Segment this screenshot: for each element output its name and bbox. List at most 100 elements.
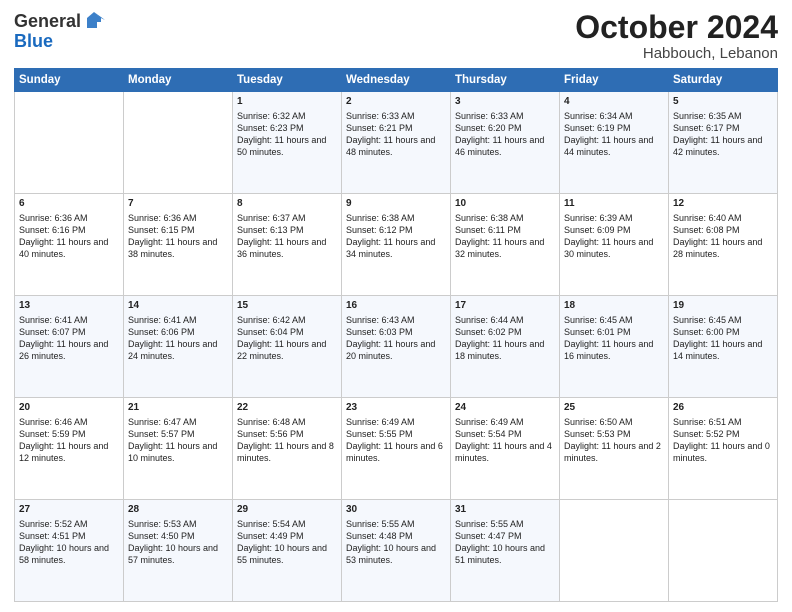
weekday-header-friday: Friday	[560, 69, 669, 92]
daylight-text: Daylight: 11 hours and 34 minutes.	[346, 236, 446, 260]
sunrise-text: Sunrise: 6:33 AM	[455, 110, 555, 122]
sunset-text: Sunset: 4:51 PM	[19, 530, 119, 542]
day-number: 15	[237, 299, 337, 313]
day-number: 28	[128, 503, 228, 517]
day-number: 30	[346, 503, 446, 517]
daylight-text: Daylight: 11 hours and 46 minutes.	[455, 134, 555, 158]
daylight-text: Daylight: 11 hours and 6 minutes.	[346, 440, 446, 464]
calendar-cell: 14Sunrise: 6:41 AMSunset: 6:06 PMDayligh…	[124, 296, 233, 398]
day-number: 17	[455, 299, 555, 313]
sunrise-text: Sunrise: 6:35 AM	[673, 110, 773, 122]
sunset-text: Sunset: 6:04 PM	[237, 326, 337, 338]
day-number: 12	[673, 197, 773, 211]
calendar-table: SundayMondayTuesdayWednesdayThursdayFrid…	[14, 68, 778, 602]
daylight-text: Daylight: 10 hours and 55 minutes.	[237, 542, 337, 566]
weekday-header-thursday: Thursday	[451, 69, 560, 92]
day-number: 3	[455, 95, 555, 109]
calendar-cell	[669, 500, 778, 602]
weekday-header-saturday: Saturday	[669, 69, 778, 92]
daylight-text: Daylight: 11 hours and 48 minutes.	[346, 134, 446, 158]
day-number: 1	[237, 95, 337, 109]
weekday-header-tuesday: Tuesday	[233, 69, 342, 92]
calendar-cell: 23Sunrise: 6:49 AMSunset: 5:55 PMDayligh…	[342, 398, 451, 500]
sunset-text: Sunset: 4:50 PM	[128, 530, 228, 542]
page: General Blue October 2024 Habbouch, Leba…	[0, 0, 792, 612]
weekday-header-wednesday: Wednesday	[342, 69, 451, 92]
sunset-text: Sunset: 5:53 PM	[564, 428, 664, 440]
day-number: 16	[346, 299, 446, 313]
calendar-cell	[15, 92, 124, 194]
day-number: 2	[346, 95, 446, 109]
daylight-text: Daylight: 11 hours and 32 minutes.	[455, 236, 555, 260]
calendar-cell: 19Sunrise: 6:45 AMSunset: 6:00 PMDayligh…	[669, 296, 778, 398]
calendar-cell: 4Sunrise: 6:34 AMSunset: 6:19 PMDaylight…	[560, 92, 669, 194]
calendar-cell: 26Sunrise: 6:51 AMSunset: 5:52 PMDayligh…	[669, 398, 778, 500]
sunrise-text: Sunrise: 6:43 AM	[346, 314, 446, 326]
daylight-text: Daylight: 11 hours and 16 minutes.	[564, 338, 664, 362]
sunset-text: Sunset: 6:13 PM	[237, 224, 337, 236]
daylight-text: Daylight: 11 hours and 8 minutes.	[237, 440, 337, 464]
day-number: 27	[19, 503, 119, 517]
sunrise-text: Sunrise: 6:41 AM	[128, 314, 228, 326]
day-number: 23	[346, 401, 446, 415]
sunset-text: Sunset: 5:55 PM	[346, 428, 446, 440]
calendar-cell: 9Sunrise: 6:38 AMSunset: 6:12 PMDaylight…	[342, 194, 451, 296]
calendar-cell: 10Sunrise: 6:38 AMSunset: 6:11 PMDayligh…	[451, 194, 560, 296]
calendar-cell: 8Sunrise: 6:37 AMSunset: 6:13 PMDaylight…	[233, 194, 342, 296]
logo-general: General	[14, 12, 81, 30]
weekday-header-monday: Monday	[124, 69, 233, 92]
title-area: October 2024 Habbouch, Lebanon	[575, 10, 778, 62]
calendar-cell: 29Sunrise: 5:54 AMSunset: 4:49 PMDayligh…	[233, 500, 342, 602]
day-number: 26	[673, 401, 773, 415]
calendar-cell: 18Sunrise: 6:45 AMSunset: 6:01 PMDayligh…	[560, 296, 669, 398]
logo-icon	[83, 10, 105, 32]
header: General Blue October 2024 Habbouch, Leba…	[14, 10, 778, 62]
week-row-1: 1Sunrise: 6:32 AMSunset: 6:23 PMDaylight…	[15, 92, 778, 194]
sunrise-text: Sunrise: 5:52 AM	[19, 518, 119, 530]
sunrise-text: Sunrise: 6:36 AM	[128, 212, 228, 224]
sunrise-text: Sunrise: 6:44 AM	[455, 314, 555, 326]
sunrise-text: Sunrise: 6:46 AM	[19, 416, 119, 428]
daylight-text: Daylight: 11 hours and 4 minutes.	[455, 440, 555, 464]
daylight-text: Daylight: 11 hours and 10 minutes.	[128, 440, 228, 464]
sunrise-text: Sunrise: 6:49 AM	[455, 416, 555, 428]
calendar-cell	[560, 500, 669, 602]
calendar-cell: 22Sunrise: 6:48 AMSunset: 5:56 PMDayligh…	[233, 398, 342, 500]
sunset-text: Sunset: 6:09 PM	[564, 224, 664, 236]
day-number: 25	[564, 401, 664, 415]
sunset-text: Sunset: 6:23 PM	[237, 122, 337, 134]
daylight-text: Daylight: 10 hours and 57 minutes.	[128, 542, 228, 566]
day-number: 4	[564, 95, 664, 109]
sunset-text: Sunset: 6:11 PM	[455, 224, 555, 236]
calendar-cell: 12Sunrise: 6:40 AMSunset: 6:08 PMDayligh…	[669, 194, 778, 296]
calendar-cell: 25Sunrise: 6:50 AMSunset: 5:53 PMDayligh…	[560, 398, 669, 500]
sunrise-text: Sunrise: 5:54 AM	[237, 518, 337, 530]
calendar-cell: 21Sunrise: 6:47 AMSunset: 5:57 PMDayligh…	[124, 398, 233, 500]
month-title: October 2024	[575, 10, 778, 45]
day-number: 9	[346, 197, 446, 211]
day-number: 11	[564, 197, 664, 211]
daylight-text: Daylight: 10 hours and 58 minutes.	[19, 542, 119, 566]
calendar-cell	[124, 92, 233, 194]
sunset-text: Sunset: 6:03 PM	[346, 326, 446, 338]
sunrise-text: Sunrise: 6:38 AM	[455, 212, 555, 224]
day-number: 21	[128, 401, 228, 415]
sunrise-text: Sunrise: 6:50 AM	[564, 416, 664, 428]
sunrise-text: Sunrise: 6:49 AM	[346, 416, 446, 428]
sunrise-text: Sunrise: 6:45 AM	[673, 314, 773, 326]
daylight-text: Daylight: 10 hours and 51 minutes.	[455, 542, 555, 566]
daylight-text: Daylight: 11 hours and 22 minutes.	[237, 338, 337, 362]
sunrise-text: Sunrise: 6:47 AM	[128, 416, 228, 428]
weekday-header-row: SundayMondayTuesdayWednesdayThursdayFrid…	[15, 69, 778, 92]
calendar-cell: 1Sunrise: 6:32 AMSunset: 6:23 PMDaylight…	[233, 92, 342, 194]
sunrise-text: Sunrise: 6:33 AM	[346, 110, 446, 122]
daylight-text: Daylight: 10 hours and 53 minutes.	[346, 542, 446, 566]
day-number: 29	[237, 503, 337, 517]
sunset-text: Sunset: 4:48 PM	[346, 530, 446, 542]
day-number: 18	[564, 299, 664, 313]
sunrise-text: Sunrise: 6:48 AM	[237, 416, 337, 428]
sunset-text: Sunset: 5:52 PM	[673, 428, 773, 440]
sunrise-text: Sunrise: 6:39 AM	[564, 212, 664, 224]
sunrise-text: Sunrise: 5:55 AM	[455, 518, 555, 530]
sunrise-text: Sunrise: 5:53 AM	[128, 518, 228, 530]
